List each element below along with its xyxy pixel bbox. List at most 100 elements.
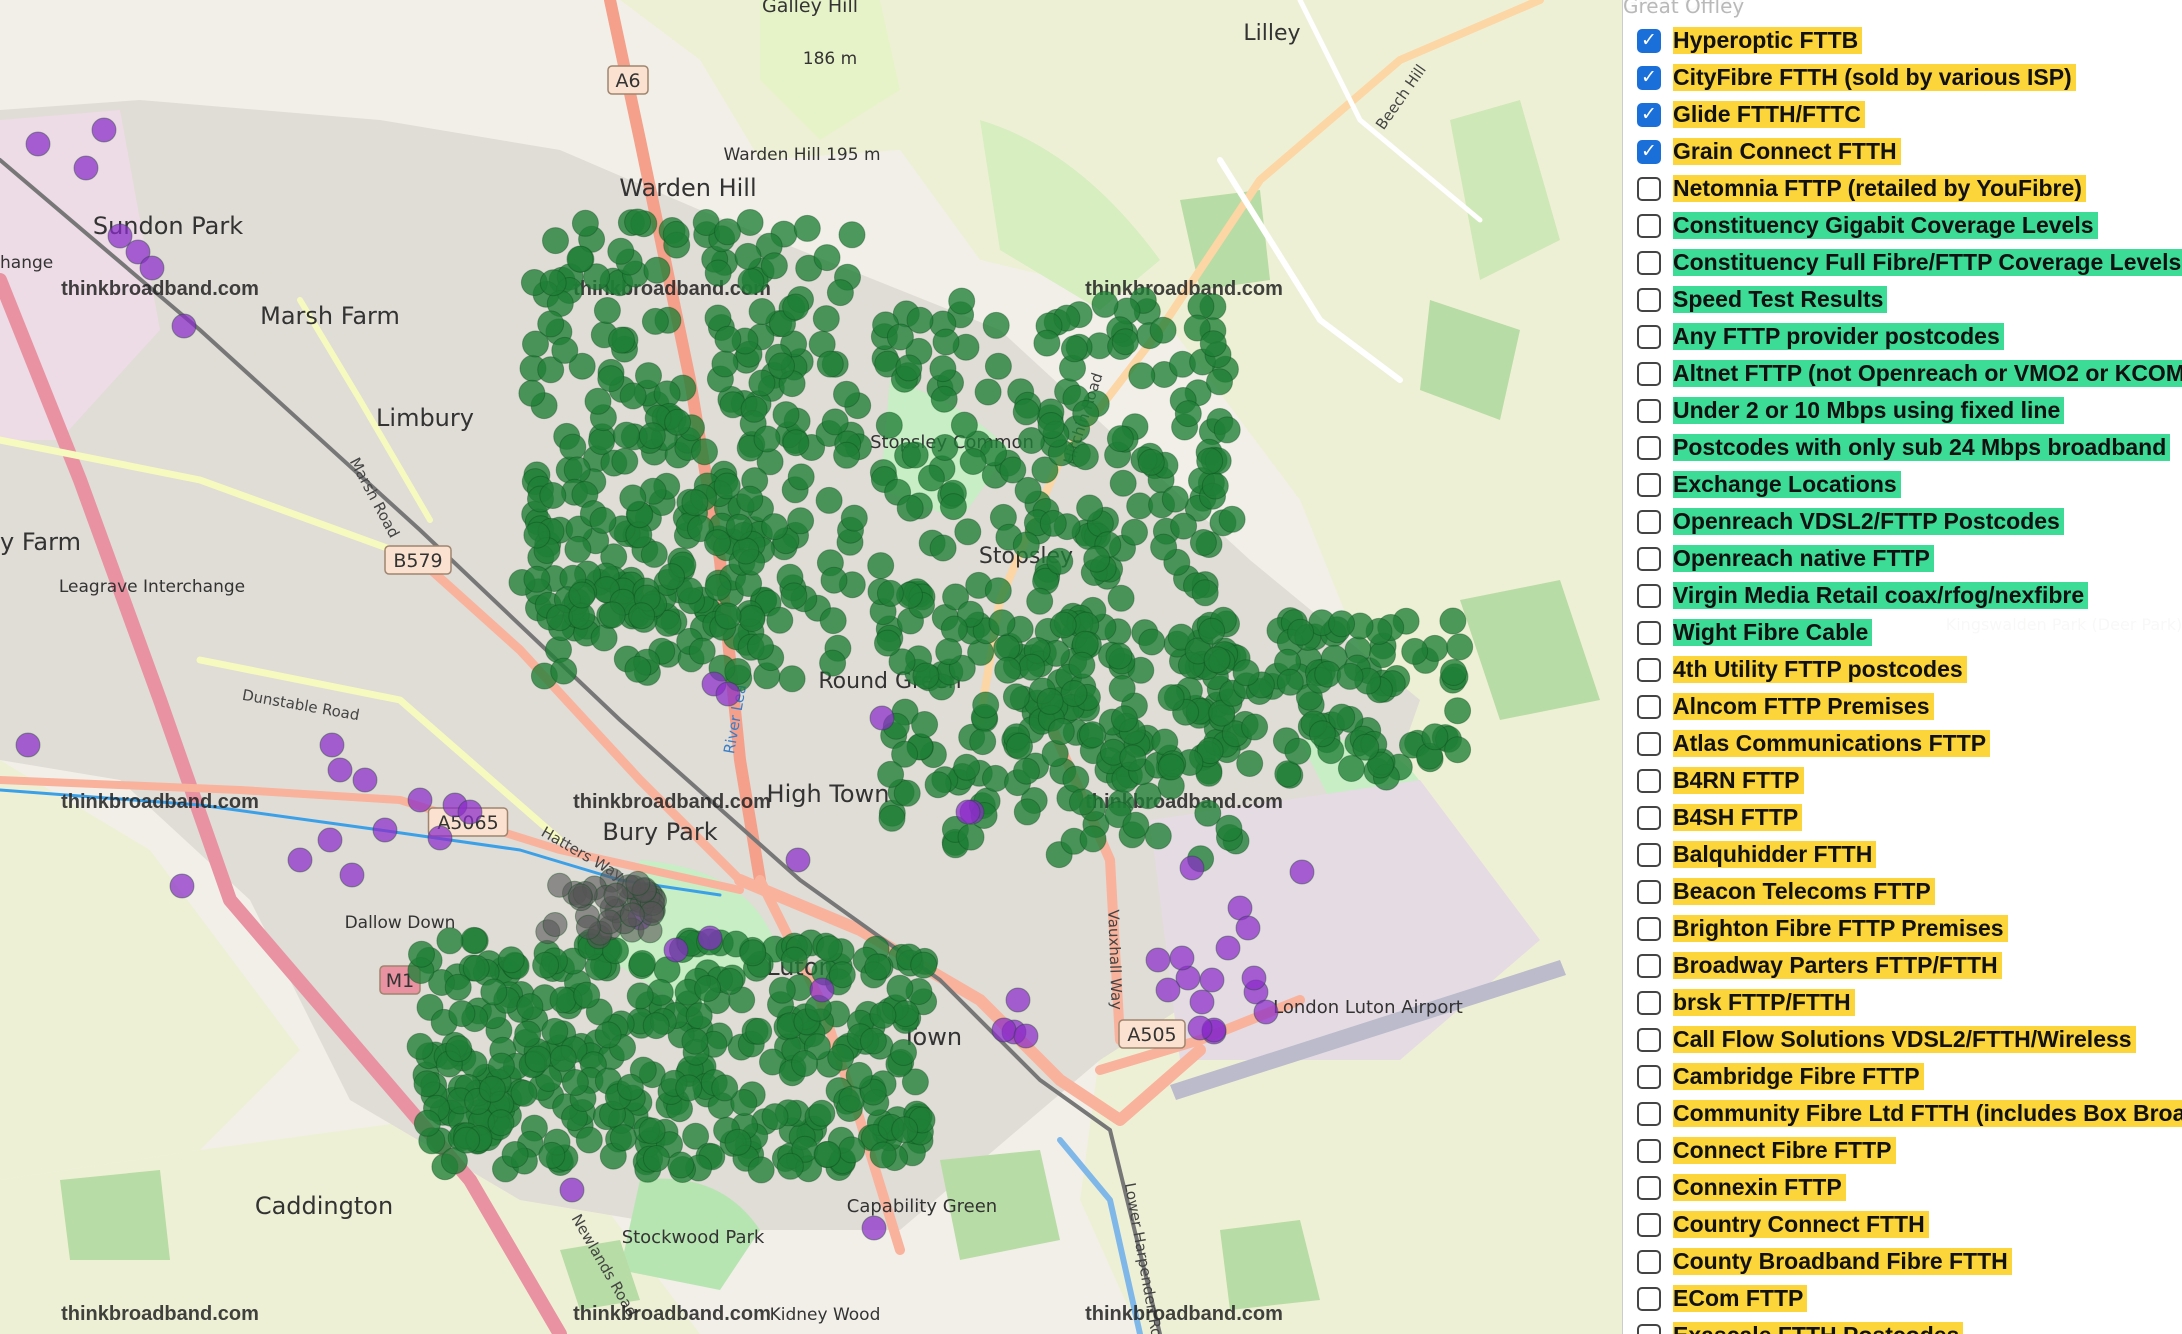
layer-item[interactable]: Grain Connect FTTH [1637, 133, 2182, 170]
layer-checkbox[interactable] [1637, 768, 1661, 793]
layer-checkbox[interactable] [1637, 250, 1661, 275]
layer-label[interactable]: brsk FTTP/FTTH [1673, 989, 1855, 1016]
layer-label[interactable]: Openreach native FTTP [1673, 545, 1934, 572]
layer-label[interactable]: Country Connect FTTH [1673, 1211, 1929, 1238]
layer-label[interactable]: Exascale FTTH Postcodes [1673, 1322, 1964, 1334]
layer-item[interactable]: Country Connect FTTH [1637, 1206, 2182, 1243]
layer-item[interactable]: Call Flow Solutions VDSL2/FTTH/Wireless [1637, 1021, 2182, 1058]
layer-checkbox[interactable] [1637, 176, 1661, 201]
layer-label[interactable]: Balquhidder FTTH [1673, 841, 1877, 868]
layer-item[interactable]: Altnet FTTP (not Openreach or VMO2 or KC… [1637, 355, 2182, 392]
layer-item[interactable]: brsk FTTP/FTTH [1637, 984, 2182, 1021]
layer-label[interactable]: Cambridge Fibre FTTP [1673, 1063, 1924, 1090]
layer-checkbox[interactable] [1637, 1286, 1661, 1311]
layer-checkbox[interactable] [1637, 1249, 1661, 1274]
layer-label[interactable]: Any FTTP provider postcodes [1673, 323, 2004, 350]
layer-checkbox[interactable] [1637, 1101, 1661, 1126]
layer-item[interactable]: 4th Utility FTTP postcodes [1637, 651, 2182, 688]
layer-label[interactable]: Speed Test Results [1673, 286, 1888, 313]
layer-label[interactable]: Altnet FTTP (not Openreach or VMO2 or KC… [1673, 360, 2182, 387]
layer-label[interactable]: B4SH FTTP [1673, 804, 1803, 831]
layer-item[interactable]: Wight Fibre Cable [1637, 614, 2182, 651]
layer-item[interactable]: Brighton Fibre FTTP Premises [1637, 910, 2182, 947]
layer-label[interactable]: Brighton Fibre FTTP Premises [1673, 915, 2008, 942]
layer-item[interactable]: Postcodes with only sub 24 Mbps broadban… [1637, 429, 2182, 466]
layer-label[interactable]: Virgin Media Retail coax/rfog/nexfibre [1673, 582, 2089, 609]
layer-item[interactable]: Exascale FTTH Postcodes [1637, 1317, 2182, 1334]
layer-item[interactable]: Glide FTTH/FTTC [1637, 96, 2182, 133]
layer-item[interactable]: Beacon Telecoms FTTP [1637, 873, 2182, 910]
layer-checkbox[interactable] [1637, 398, 1661, 423]
layer-item[interactable]: ECom FTTP [1637, 1280, 2182, 1317]
layer-label[interactable]: Alncom FTTP Premises [1673, 693, 1934, 720]
layer-label[interactable]: Constituency Gigabit Coverage Levels [1673, 212, 2098, 239]
layer-checkbox[interactable] [1637, 509, 1661, 534]
layer-label[interactable]: Netomnia FTTP (retailed by YouFibre) [1673, 175, 2086, 202]
layer-label[interactable]: County Broadband Fibre FTTH [1673, 1248, 2012, 1275]
layer-checkbox[interactable] [1637, 1064, 1661, 1089]
layer-checkbox[interactable] [1637, 546, 1661, 571]
layer-checkbox[interactable] [1637, 879, 1661, 904]
layer-checkbox[interactable] [1637, 657, 1661, 682]
layer-checkbox[interactable] [1637, 842, 1661, 867]
layer-checkbox[interactable] [1637, 472, 1661, 497]
layer-checkbox[interactable] [1637, 324, 1661, 349]
layer-label[interactable]: Exchange Locations [1673, 471, 1901, 498]
layer-label[interactable]: Community Fibre Ltd FTTH (includes Box B… [1673, 1100, 2182, 1127]
layer-label[interactable]: Postcodes with only sub 24 Mbps broadban… [1673, 434, 2171, 461]
layer-checkbox[interactable] [1637, 102, 1661, 127]
layer-item[interactable]: Connexin FTTP [1637, 1169, 2182, 1206]
layer-item[interactable]: Alncom FTTP Premises [1637, 688, 2182, 725]
layer-item[interactable]: Community Fibre Ltd FTTH (includes Box B… [1637, 1095, 2182, 1132]
layer-checkbox[interactable] [1637, 1175, 1661, 1200]
layer-item[interactable]: Virgin Media Retail coax/rfog/nexfibre [1637, 577, 2182, 614]
layer-item[interactable]: Any FTTP provider postcodes [1637, 318, 2182, 355]
layer-label[interactable]: Broadway Parters FTTP/FTTH [1673, 952, 2002, 979]
layer-checkbox[interactable] [1637, 287, 1661, 312]
layer-checkbox[interactable] [1637, 620, 1661, 645]
layer-label[interactable]: Atlas Communications FTTP [1673, 730, 1991, 757]
layer-label[interactable]: B4RN FTTP [1673, 767, 1804, 794]
layer-checkbox[interactable] [1637, 139, 1661, 164]
layer-item[interactable]: Hyperoptic FTTB [1637, 22, 2182, 59]
layer-item[interactable]: Connect Fibre FTTP [1637, 1132, 2182, 1169]
layer-item[interactable]: County Broadband Fibre FTTH [1637, 1243, 2182, 1280]
layer-checkbox[interactable] [1637, 65, 1661, 90]
layer-item[interactable]: Balquhidder FTTH [1637, 836, 2182, 873]
layer-item[interactable]: Cambridge Fibre FTTP [1637, 1058, 2182, 1095]
layer-item[interactable]: Under 2 or 10 Mbps using fixed line [1637, 392, 2182, 429]
layer-label[interactable]: Beacon Telecoms FTTP [1673, 878, 1935, 905]
layer-item[interactable]: Openreach native FTTP [1637, 540, 2182, 577]
layer-label[interactable]: Openreach VDSL2/FTTP Postcodes [1673, 508, 2064, 535]
layer-checkbox[interactable] [1637, 805, 1661, 830]
layer-item[interactable]: Openreach VDSL2/FTTP Postcodes [1637, 503, 2182, 540]
layer-label[interactable]: 4th Utility FTTP postcodes [1673, 656, 1967, 683]
layer-label[interactable]: Wight Fibre Cable [1673, 619, 1873, 646]
layer-checkbox[interactable] [1637, 435, 1661, 460]
layer-label[interactable]: Constituency Full Fibre/FTTP Coverage Le… [1673, 249, 2182, 276]
layer-checkbox[interactable] [1637, 990, 1661, 1015]
layer-checkbox[interactable] [1637, 361, 1661, 386]
layer-label[interactable]: Call Flow Solutions VDSL2/FTTH/Wireless [1673, 1026, 2136, 1053]
layer-item[interactable]: B4SH FTTP [1637, 799, 2182, 836]
layer-checkbox[interactable] [1637, 28, 1661, 53]
layer-checkbox[interactable] [1637, 731, 1661, 756]
layer-checkbox[interactable] [1637, 1212, 1661, 1237]
layer-checkbox[interactable] [1637, 916, 1661, 941]
layer-checkbox[interactable] [1637, 1027, 1661, 1052]
layer-checkbox[interactable] [1637, 953, 1661, 978]
layer-checkbox[interactable] [1637, 213, 1661, 238]
layer-checkbox[interactable] [1637, 1138, 1661, 1163]
layer-item[interactable]: B4RN FTTP [1637, 762, 2182, 799]
layer-label[interactable]: Connexin FTTP [1673, 1174, 1846, 1201]
layer-checkbox[interactable] [1637, 583, 1661, 608]
layer-item[interactable]: Speed Test Results [1637, 281, 2182, 318]
layer-item[interactable]: Netomnia FTTP (retailed by YouFibre) [1637, 170, 2182, 207]
layer-item[interactable]: Exchange Locations [1637, 466, 2182, 503]
layer-label[interactable]: CityFibre FTTH (sold by various ISP) [1673, 64, 2076, 91]
layer-item[interactable]: Constituency Full Fibre/FTTP Coverage Le… [1637, 244, 2182, 281]
layer-item[interactable]: Broadway Parters FTTP/FTTH [1637, 947, 2182, 984]
layer-label[interactable]: Glide FTTH/FTTC [1673, 101, 1865, 128]
layer-label[interactable]: ECom FTTP [1673, 1285, 1808, 1312]
layer-item[interactable]: Atlas Communications FTTP [1637, 725, 2182, 762]
